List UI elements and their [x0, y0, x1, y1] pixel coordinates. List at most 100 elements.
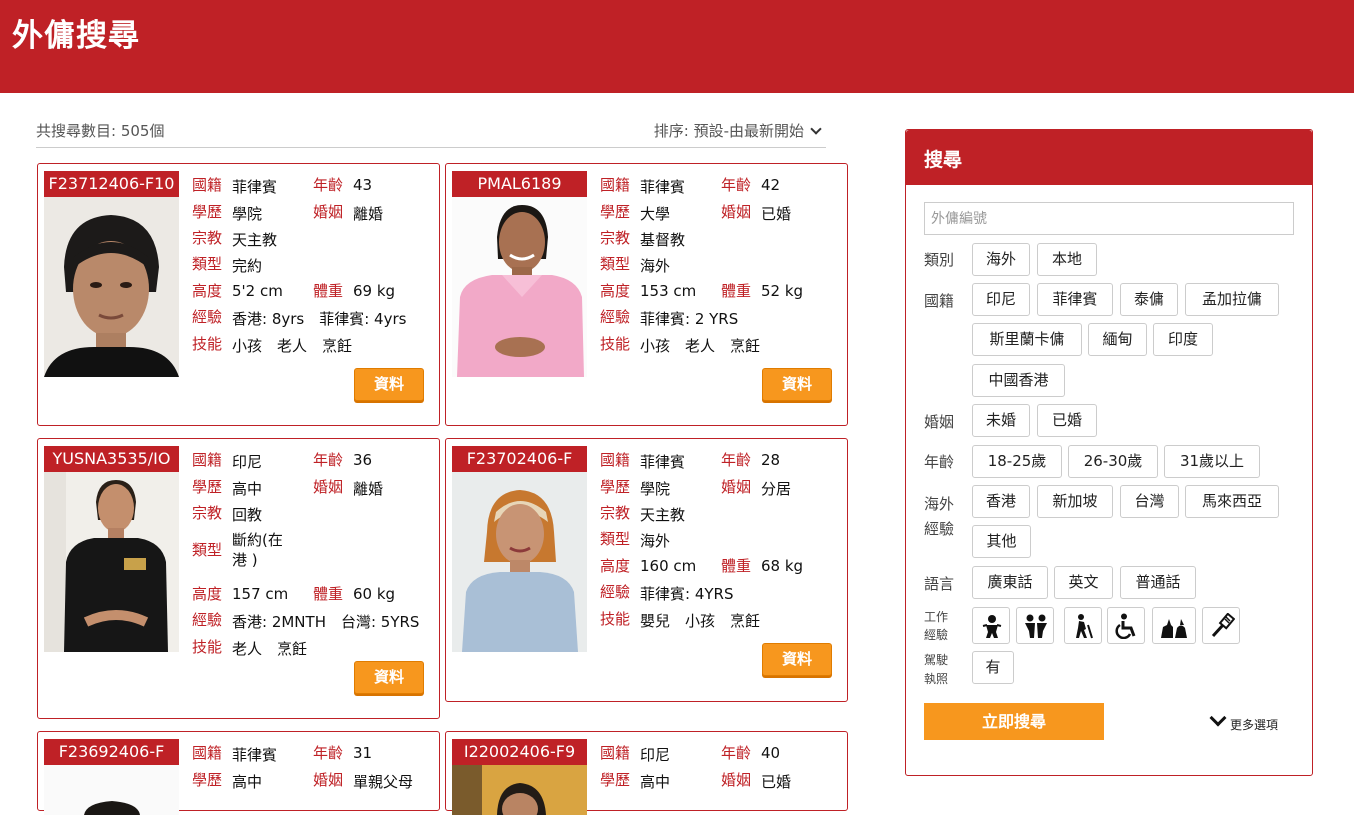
- skills-label: 技能: [192, 638, 223, 656]
- education-value: 高中: [232, 773, 263, 791]
- helper-code: F23712406-F10: [44, 171, 179, 197]
- language-filter-label: 語言: [924, 575, 955, 593]
- nationality-chip[interactable]: 印度: [1153, 323, 1213, 356]
- info-button[interactable]: 資料: [354, 661, 424, 694]
- language-chip[interactable]: 普通話: [1120, 566, 1196, 599]
- marital-label: 婚姻: [313, 478, 344, 496]
- marital-value: 分居: [761, 480, 792, 498]
- religion-label: 宗教: [600, 229, 631, 247]
- marital-label: 婚姻: [313, 203, 344, 221]
- marital-label: 婚姻: [313, 771, 344, 789]
- search-panel-header: 搜尋: [906, 130, 1312, 185]
- nationality-chip[interactable]: 中國香港: [972, 364, 1065, 397]
- search-panel: 搜尋 類別 海外 本地 國籍 印尼 菲律賓 泰傭 孟加拉傭 斯里蘭卡傭 緬甸 印…: [905, 129, 1313, 776]
- overseas-chip[interactable]: 香港: [972, 485, 1030, 518]
- info-button[interactable]: 資料: [762, 643, 832, 676]
- nationality-chip[interactable]: 泰傭: [1120, 283, 1178, 316]
- sort-dropdown[interactable]: 排序: 預設-由最新開始: [654, 120, 822, 141]
- children-icon[interactable]: [1016, 607, 1054, 644]
- age-label: 年齡: [313, 176, 344, 194]
- height-label: 高度: [192, 282, 223, 300]
- religion-value: 回教: [232, 506, 263, 524]
- nationality-value: 印尼: [640, 746, 671, 764]
- helper-card: F23712406-F10 國籍 菲律賓 年齡 43 學歷 學院 婚姻 離婚 宗…: [37, 163, 440, 426]
- experience-value: 菲律賓: 2 YRS: [640, 310, 739, 328]
- cooking-icon[interactable]: [1202, 607, 1240, 644]
- age-value: 31: [353, 744, 373, 762]
- info-button[interactable]: 資料: [762, 368, 832, 401]
- nationality-chip[interactable]: 印尼: [972, 283, 1030, 316]
- language-chip[interactable]: 廣東話: [972, 566, 1048, 599]
- education-label: 學歷: [600, 478, 631, 496]
- marital-label: 婚姻: [721, 203, 752, 221]
- age-label: 年齡: [721, 451, 752, 469]
- license-chip[interactable]: 有: [972, 651, 1014, 684]
- helper-photo[interactable]: [44, 197, 179, 377]
- age-label: 年齡: [313, 451, 344, 469]
- age-label: 年齡: [721, 176, 752, 194]
- nationality-label: 國籍: [600, 451, 631, 469]
- helper-card: PMAL6189 國籍 菲律賓 年齡 42 學歷 大學 婚姻 已婚 宗教 基督教…: [445, 163, 848, 426]
- nationality-chip[interactable]: 斯里蘭卡傭: [972, 323, 1082, 356]
- search-submit-button[interactable]: 立即搜尋: [924, 703, 1104, 740]
- overseas-chip[interactable]: 馬來西亞: [1185, 485, 1279, 518]
- experience-label: 經驗: [600, 583, 631, 601]
- nationality-label: 國籍: [192, 176, 223, 194]
- helper-photo[interactable]: [452, 472, 587, 652]
- info-button[interactable]: 資料: [354, 368, 424, 401]
- nationality-chip[interactable]: 菲律賓: [1037, 283, 1113, 316]
- wheelchair-icon[interactable]: [1107, 607, 1145, 644]
- overseas-chip[interactable]: 新加坡: [1037, 485, 1113, 518]
- education-value: 高中: [640, 773, 671, 791]
- helper-card: F23692406-F 國籍 菲律賓 年齡 31 學歷 高中 婚姻 單親父母: [37, 731, 440, 815]
- language-chip[interactable]: 英文: [1054, 566, 1113, 599]
- nationality-label: 國籍: [192, 451, 223, 469]
- helper-photo[interactable]: [452, 765, 587, 815]
- nationality-chip[interactable]: 孟加拉傭: [1185, 283, 1279, 316]
- type-value-line2: 港 ): [232, 551, 258, 569]
- marital-value: 單親父母: [353, 773, 414, 791]
- type-value: 海外: [640, 532, 671, 550]
- experience-label: 經驗: [192, 308, 223, 326]
- height-label: 高度: [192, 585, 223, 603]
- category-chip-overseas[interactable]: 海外: [972, 243, 1030, 276]
- helper-photo[interactable]: [44, 765, 179, 815]
- type-label: 類型: [600, 255, 631, 273]
- skills-label: 技能: [192, 335, 223, 353]
- helper-photo[interactable]: [452, 197, 587, 377]
- religion-value: 天主教: [232, 231, 278, 249]
- age-chip[interactable]: 18-25歲: [972, 445, 1062, 478]
- work-filter-label-2: 經驗: [924, 628, 949, 642]
- helper-photo[interactable]: [44, 472, 179, 652]
- helper-code: F23702406-F: [452, 446, 587, 472]
- education-value: 學院: [232, 205, 263, 223]
- marital-value: 離婚: [353, 205, 384, 223]
- more-options-toggle[interactable]: 更多選項: [1209, 709, 1278, 733]
- nationality-label: 國籍: [192, 744, 223, 762]
- elderly-icon[interactable]: [1064, 607, 1102, 644]
- skills-label: 技能: [600, 610, 631, 628]
- age-chip[interactable]: 26-30歲: [1068, 445, 1158, 478]
- license-filter-label-2: 執照: [924, 672, 949, 686]
- experience-label: 經驗: [192, 611, 223, 629]
- overseas-chip[interactable]: 其他: [972, 525, 1031, 558]
- baby-icon[interactable]: [972, 607, 1010, 644]
- category-chip-local[interactable]: 本地: [1037, 243, 1097, 276]
- nationality-chip[interactable]: 緬甸: [1088, 323, 1147, 356]
- marital-value: 已婚: [761, 205, 792, 223]
- helper-card: I22002406-F9 國籍 印尼 年齡 40 學歷 高中 婚姻 已婚: [445, 731, 848, 815]
- type-value: 完約: [232, 257, 263, 275]
- weight-value: 69 kg: [353, 282, 396, 300]
- age-value: 43: [353, 176, 373, 194]
- overseas-chip[interactable]: 台灣: [1120, 485, 1179, 518]
- pets-icon[interactable]: [1152, 607, 1196, 644]
- skills-value: 老人 烹飪: [232, 640, 308, 658]
- helper-card: YUSNA3535/IO 國籍 印尼 年齡 36 學歷 高中 婚姻 離婚 宗教 …: [37, 438, 440, 719]
- marital-filter-label: 婚姻: [924, 413, 955, 431]
- nationality-value: 菲律賓: [232, 178, 278, 196]
- marital-chip[interactable]: 已婚: [1037, 404, 1097, 437]
- education-label: 學歷: [600, 203, 631, 221]
- marital-chip[interactable]: 未婚: [972, 404, 1030, 437]
- age-chip[interactable]: 31歲以上: [1164, 445, 1260, 478]
- helper-id-input[interactable]: [924, 202, 1294, 235]
